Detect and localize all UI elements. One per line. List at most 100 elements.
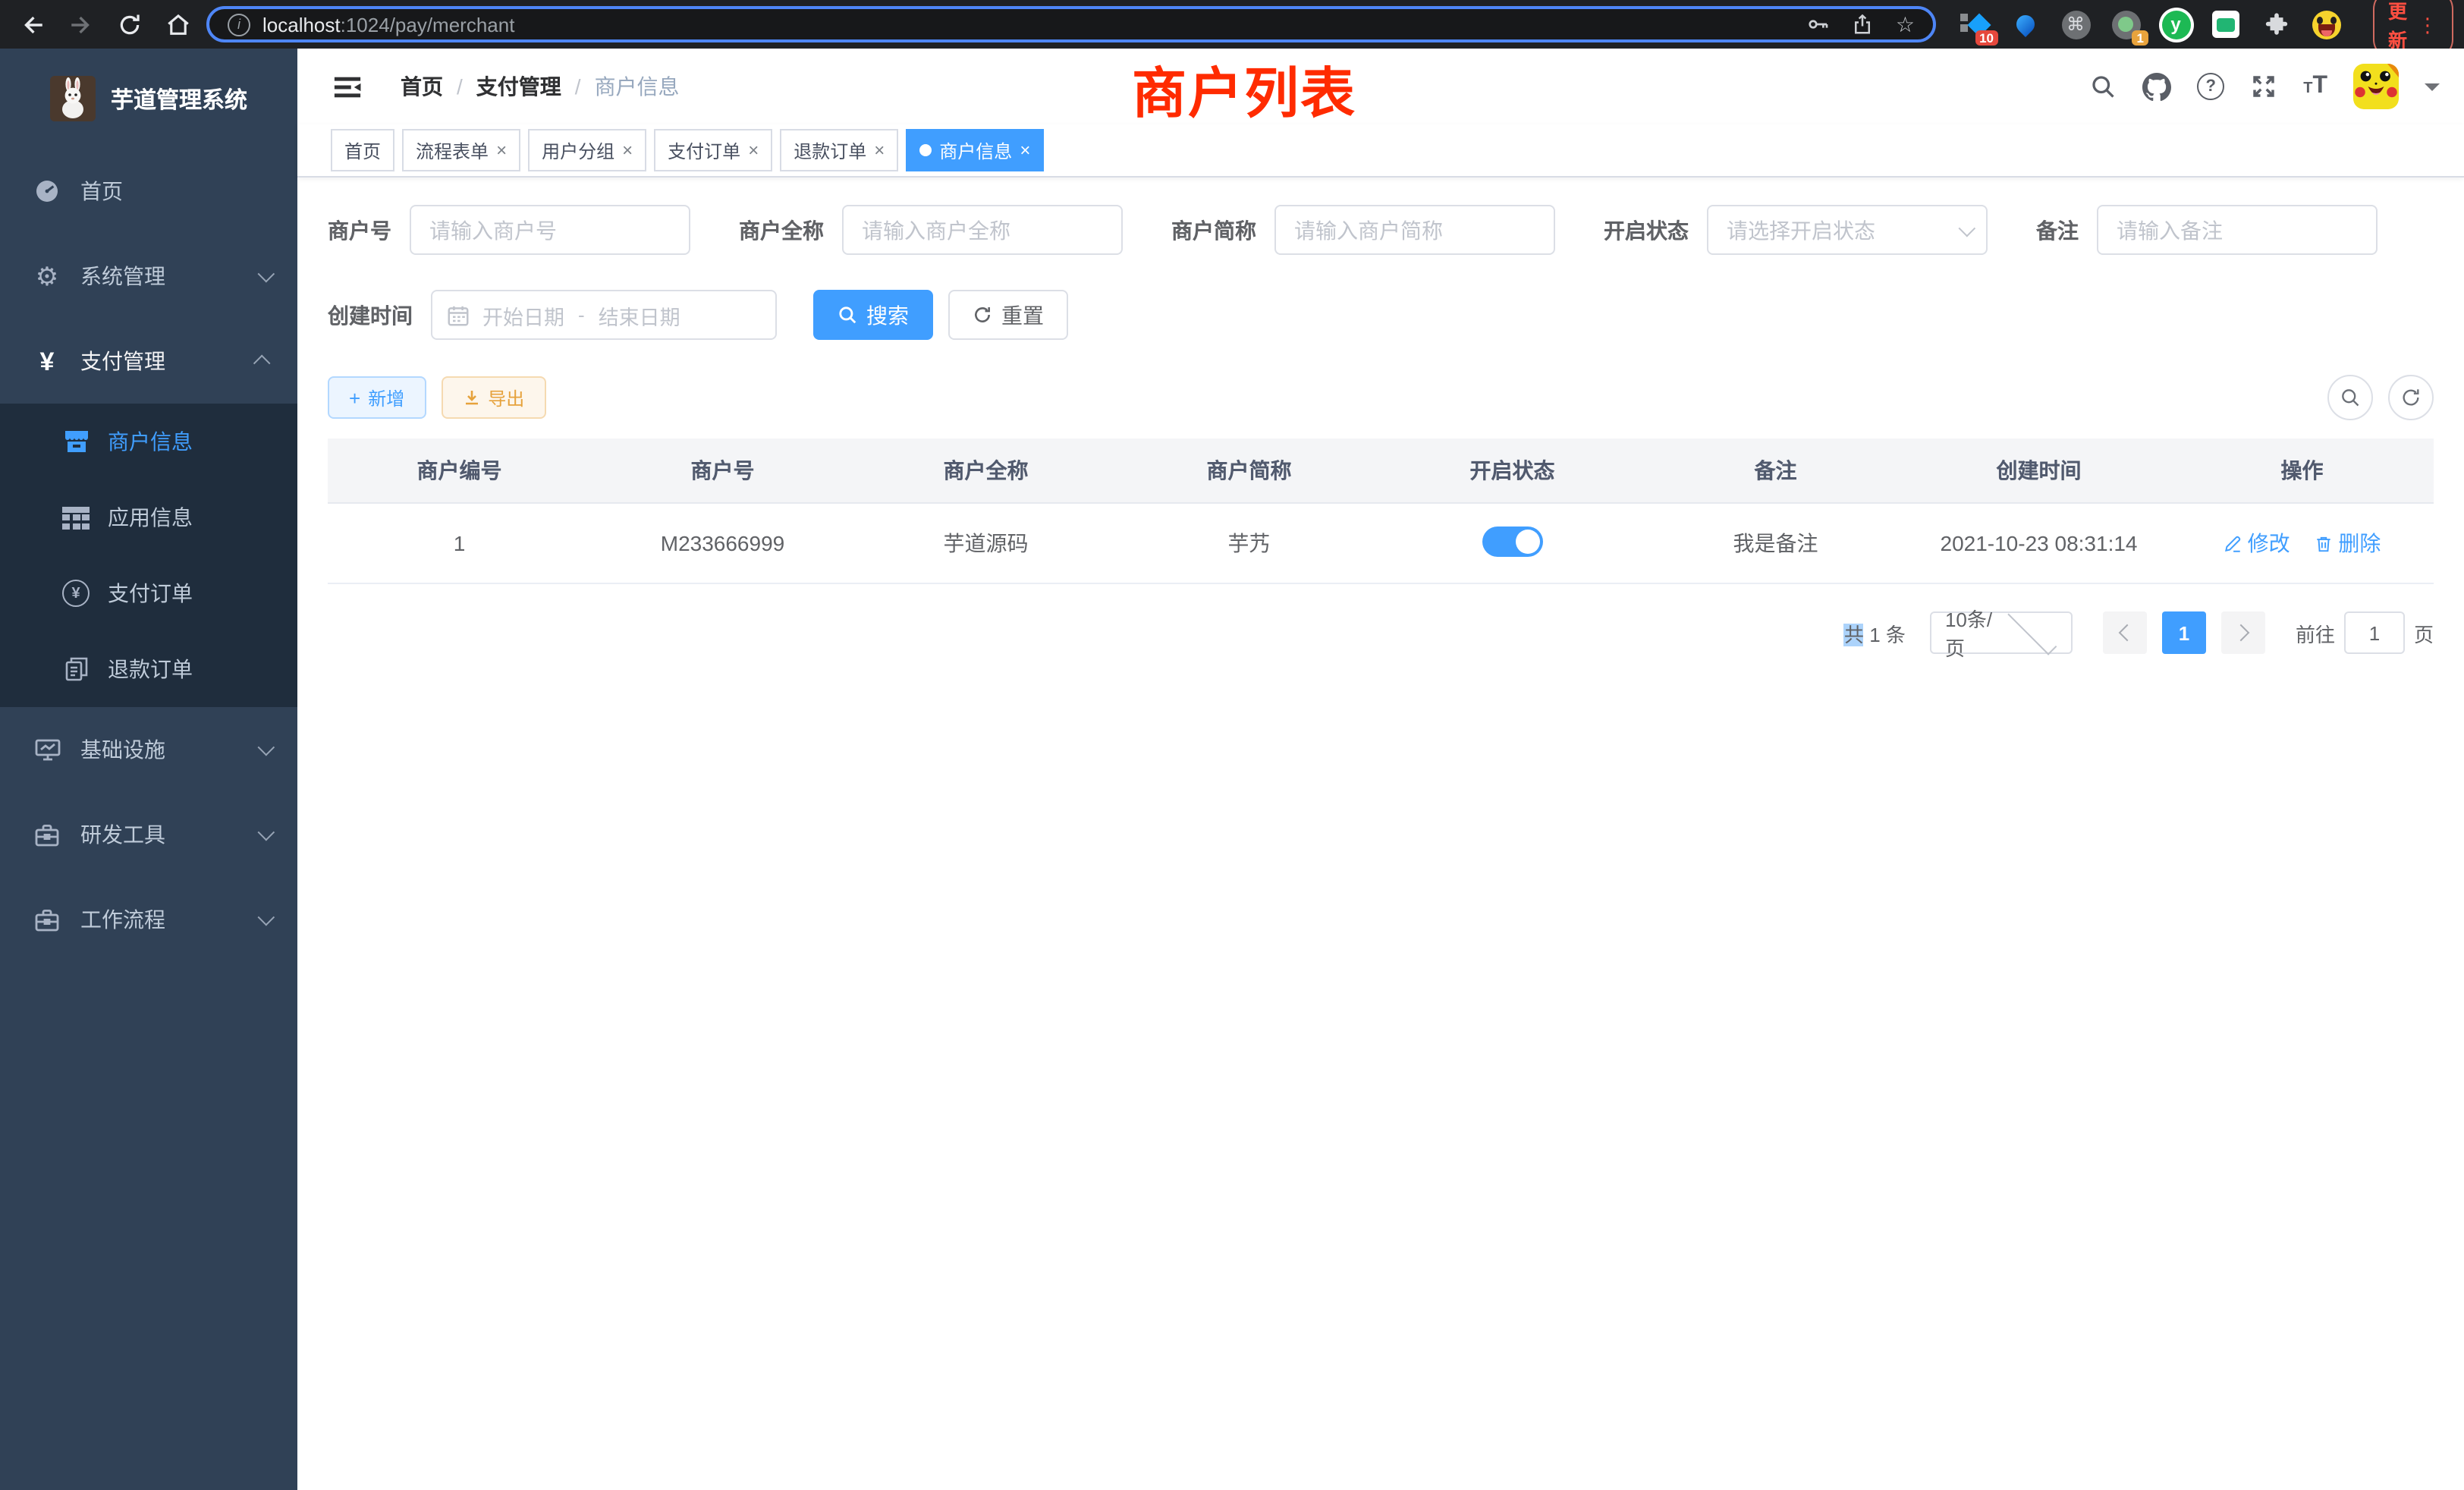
add-button[interactable]: + 新增	[328, 376, 426, 419]
col-status: 开启状态	[1381, 439, 1644, 503]
yen-circle-icon: ¥	[62, 580, 90, 607]
plus-icon: +	[349, 388, 360, 407]
chevron-down-icon	[258, 266, 275, 283]
home-icon	[165, 11, 190, 37]
col-merchant-id: 商户编号	[328, 439, 591, 503]
dashboard-icon	[33, 179, 61, 203]
fullscreen-icon	[2250, 73, 2277, 100]
delete-link[interactable]: 删除	[2314, 528, 2381, 558]
sidebar-item-home[interactable]: 首页	[0, 149, 297, 234]
url-text: localhost:1024/pay/merchant	[262, 13, 514, 36]
sidebar-item-pay-order[interactable]: ¥ 支付订单	[0, 555, 297, 631]
app-title: 芋道管理系统	[111, 83, 247, 115]
close-icon[interactable]: ×	[748, 141, 759, 159]
table-header-row: 商户编号 商户号 商户全称 商户简称 开启状态 备注 创建时间 操作	[328, 439, 2434, 503]
browser-menu-icon[interactable]: ⋮	[2418, 14, 2437, 34]
reset-button[interactable]: 重置	[948, 290, 1068, 340]
reload-icon	[116, 11, 142, 37]
goto-page-input[interactable]	[2344, 611, 2405, 654]
download-icon	[462, 388, 480, 407]
browser-home-button[interactable]	[158, 5, 197, 44]
status-select[interactable]: 请选择开启状态	[1707, 205, 1988, 255]
store-icon	[62, 429, 90, 454]
sidebar-item-refund-order[interactable]: 退款订单	[0, 631, 297, 707]
github-button[interactable]	[2142, 72, 2171, 101]
edit-pencil-icon	[2224, 533, 2243, 553]
close-icon[interactable]: ×	[496, 141, 507, 159]
avatar-dropdown-caret-icon[interactable]	[2425, 83, 2440, 98]
url-bar[interactable]: i localhost:1024/pay/merchant ☆	[206, 6, 1936, 42]
browser-reload-button[interactable]	[109, 5, 149, 44]
extension-chat-icon[interactable]	[2211, 9, 2241, 39]
status-toggle[interactable]	[1482, 526, 1543, 556]
short-name-input[interactable]	[1274, 205, 1555, 255]
remark-input[interactable]	[2097, 205, 2378, 255]
password-key-icon[interactable]	[1806, 12, 1831, 36]
browser-forward-button[interactable]	[61, 5, 100, 44]
header-actions: ? TT	[2089, 64, 2440, 109]
close-icon[interactable]: ×	[622, 141, 633, 159]
merchant-no-input[interactable]	[410, 205, 690, 255]
breadcrumb-payment[interactable]: 支付管理	[476, 71, 561, 102]
sidebar-item-dev-tools[interactable]: 研发工具	[0, 792, 297, 877]
hamburger-icon	[332, 72, 363, 101]
close-icon[interactable]: ×	[874, 141, 885, 159]
active-dot-icon	[919, 144, 932, 156]
edit-link[interactable]: 修改	[2224, 528, 2290, 558]
tab-user-group[interactable]: 用户分组×	[528, 129, 646, 171]
extension-diamond-icon[interactable]: 10	[1960, 9, 1991, 39]
date-range-picker[interactable]: 开始日期 - 结束日期	[431, 290, 777, 340]
extension-y-icon[interactable]: y	[2161, 9, 2191, 39]
fullscreen-button[interactable]	[2250, 73, 2277, 100]
toolbox-icon	[33, 908, 61, 931]
sidebar-item-merchant-info[interactable]: 商户信息	[0, 404, 297, 479]
remark-label: 备注	[2036, 215, 2079, 245]
tab-home[interactable]: 首页	[331, 129, 394, 171]
cell-short-name: 芋艿	[1117, 503, 1381, 583]
table-row: 1 M233666999 芋道源码 芋艿 我是备注 2021-10-23 08:…	[328, 503, 2434, 583]
sidebar-collapse-button[interactable]	[332, 72, 363, 101]
end-date-placeholder: 结束日期	[599, 300, 680, 330]
close-icon[interactable]: ×	[1020, 141, 1030, 159]
tab-process-form[interactable]: 流程表单×	[402, 129, 520, 171]
share-icon[interactable]	[1852, 12, 1875, 36]
extension-status-icon[interactable]: 1	[2110, 9, 2141, 39]
search-icon	[2089, 73, 2117, 100]
next-page-button[interactable]	[2221, 611, 2265, 654]
extension-emoji-icon[interactable]	[2311, 9, 2341, 39]
toggle-search-button[interactable]	[2327, 375, 2373, 420]
extensions-puzzle-icon[interactable]	[2261, 9, 2291, 39]
site-info-icon[interactable]: i	[228, 13, 250, 36]
annotation-title: 商户列表	[1132, 50, 1356, 129]
header-search-button[interactable]	[2089, 73, 2117, 100]
toolbox-icon	[33, 823, 61, 846]
help-button[interactable]: ?	[2197, 73, 2224, 100]
tab-refund-order[interactable]: 退款订单×	[780, 129, 898, 171]
full-name-input[interactable]	[842, 205, 1123, 255]
font-size-button[interactable]: TT	[2303, 73, 2327, 100]
cell-create-time: 2021-10-23 08:31:14	[1907, 503, 2170, 583]
tab-pay-order[interactable]: 支付订单×	[654, 129, 772, 171]
sidebar-item-app-info[interactable]: 应用信息	[0, 479, 297, 555]
prev-page-button[interactable]	[2103, 611, 2147, 654]
extension-pin-icon[interactable]	[2010, 9, 2041, 39]
sidebar-item-workflow[interactable]: 工作流程	[0, 877, 297, 962]
col-merchant-no: 商户号	[591, 439, 854, 503]
user-avatar[interactable]	[2353, 64, 2399, 109]
browser-back-button[interactable]	[12, 5, 52, 44]
page-number-1[interactable]: 1	[2162, 611, 2206, 654]
extension-command-icon[interactable]: ⌘	[2060, 9, 2091, 39]
sidebar-menu: 首页 ⚙ 系统管理 ¥ 支付管理	[0, 149, 297, 962]
sidebar-item-system[interactable]: ⚙ 系统管理	[0, 234, 297, 319]
status-label: 开启状态	[1604, 215, 1689, 245]
export-button[interactable]: 导出	[441, 376, 545, 419]
sidebar-item-infrastructure[interactable]: 基础设施	[0, 707, 297, 792]
breadcrumb-home[interactable]: 首页	[401, 71, 443, 102]
refresh-table-button[interactable]	[2388, 375, 2434, 420]
sidebar-item-payment[interactable]: ¥ 支付管理	[0, 319, 297, 404]
tab-merchant-info[interactable]: 商户信息×	[906, 129, 1044, 171]
search-button[interactable]: 搜索	[813, 290, 933, 340]
app-logo[interactable]: 芋道管理系统	[0, 49, 297, 149]
page-size-select[interactable]: 10条/页	[1930, 611, 2073, 654]
bookmark-star-icon[interactable]: ☆	[1896, 14, 1915, 35]
